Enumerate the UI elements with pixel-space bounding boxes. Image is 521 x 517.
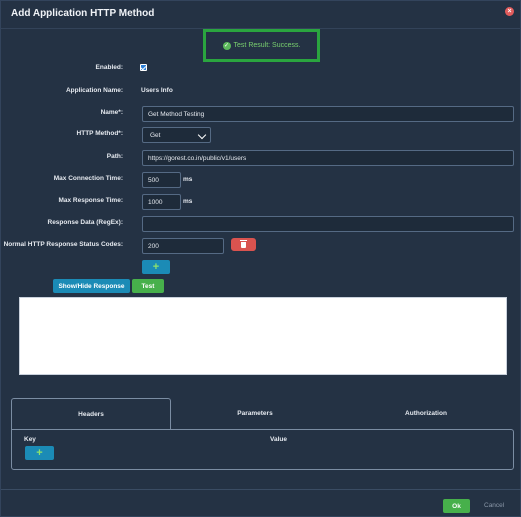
key-column-header: Key [24, 436, 36, 443]
application-name-label: Application Name: [65, 87, 123, 94]
response-output-area[interactable] [19, 297, 507, 375]
response-data-label: Response Data (RegEx): [47, 219, 124, 226]
enabled-checkbox[interactable] [140, 64, 147, 71]
plus-icon: + [36, 446, 43, 459]
name-label: Name*: [100, 109, 123, 116]
cancel-button[interactable]: Cancel [484, 502, 504, 509]
tab-bar: Headers Parameters Authorization [11, 398, 514, 431]
response-data-input[interactable] [142, 216, 514, 232]
path-input[interactable]: https://gorest.co.in/public/v1/users [142, 150, 514, 166]
http-method-value: Get [150, 131, 161, 139]
add-status-code-button[interactable]: + [142, 260, 170, 274]
show-hide-response-button[interactable]: Show/Hide Response [53, 279, 130, 293]
http-method-select[interactable]: Get [142, 127, 211, 143]
name-input[interactable]: Get Method Testing [142, 106, 514, 122]
status-code-input[interactable]: 200 [142, 238, 224, 254]
delete-status-code-button[interactable] [231, 238, 256, 251]
footer-divider [1, 489, 521, 490]
add-header-button[interactable]: + [25, 446, 54, 460]
test-result-banner: ✓ Test Result: Success. [203, 29, 320, 62]
value-column-header: Value [270, 436, 287, 443]
trash-icon [240, 239, 247, 248]
dialog-title: Add Application HTTP Method [11, 8, 155, 19]
plus-icon: + [152, 260, 160, 273]
path-label: Path: [106, 153, 123, 160]
chevron-down-icon [197, 130, 207, 140]
max-response-time-label: Max Response Time: [58, 197, 123, 204]
close-icon[interactable]: × [505, 7, 514, 16]
test-result-text: Test Result: Success. [233, 42, 301, 49]
ok-button[interactable]: Ok [443, 499, 470, 513]
add-http-method-dialog: Add Application HTTP Method × ✓ Test Res… [0, 0, 521, 517]
max-connection-time-unit: ms [183, 176, 193, 183]
tab-authorization[interactable]: Authorization [341, 398, 511, 429]
enabled-label: Enabled: [95, 64, 123, 71]
max-connection-time-label: Max Connection Time: [53, 175, 123, 182]
status-codes-label: Normal HTTP Response Status Codes: [3, 241, 123, 248]
max-response-time-unit: ms [183, 198, 193, 205]
http-method-label: HTTP Method*: [76, 130, 123, 137]
dialog-titlebar: Add Application HTTP Method × [1, 1, 521, 29]
headers-panel: Key Value + [11, 429, 514, 470]
success-check-icon: ✓ [222, 41, 231, 50]
tab-parameters[interactable]: Parameters [177, 398, 333, 429]
max-connection-time-input[interactable]: 500 [142, 172, 181, 188]
tab-headers[interactable]: Headers [11, 398, 171, 429]
test-button[interactable]: Test [132, 279, 164, 293]
application-name-value: Users Info [141, 87, 173, 94]
max-response-time-input[interactable]: 1000 [142, 194, 181, 210]
